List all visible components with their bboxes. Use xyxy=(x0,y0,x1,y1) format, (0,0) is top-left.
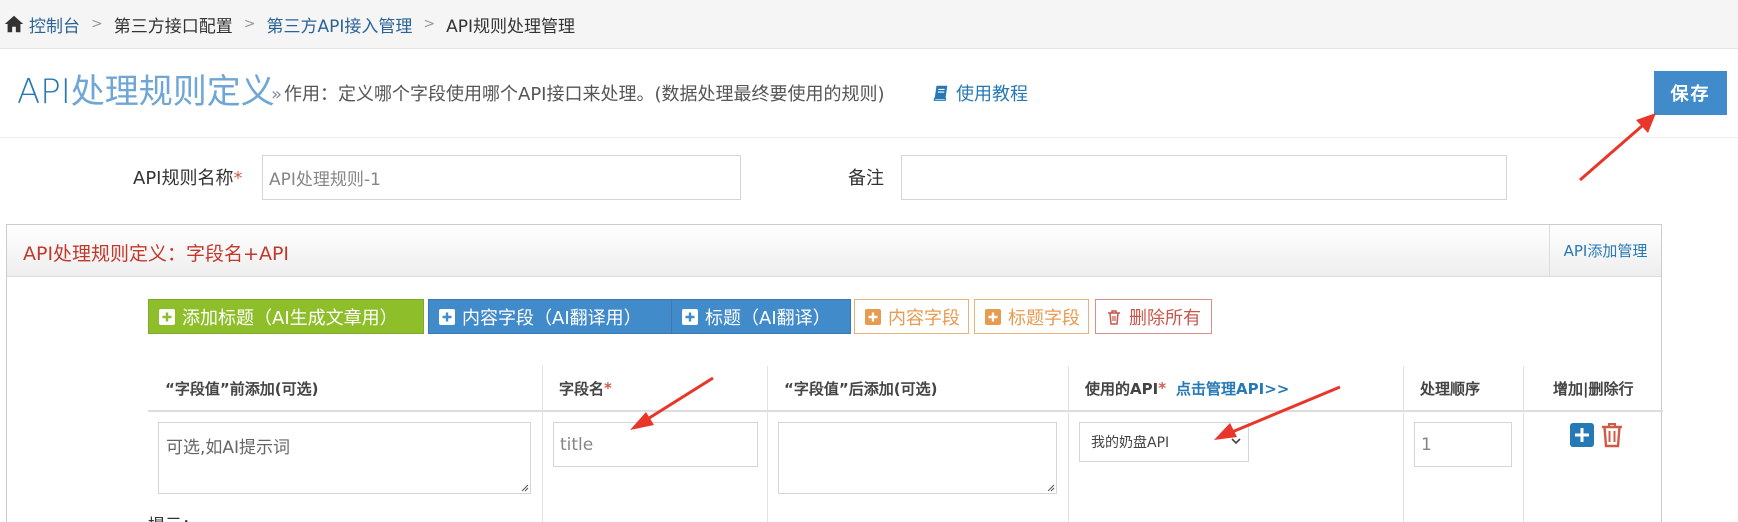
rule-name-label: API规则名称* xyxy=(133,164,242,190)
plus-square-icon xyxy=(985,308,1001,325)
page-title: API处理规则定义 xyxy=(17,64,275,113)
suffix-textarea[interactable] xyxy=(778,422,1057,494)
page-header: API处理规则定义 » 作用：定义哪个字段使用哪个API接口来处理。(数据处理最终… xyxy=(0,50,1738,138)
trash-icon xyxy=(1108,309,1120,325)
page-description: » 作用：定义哪个字段使用哪个API接口来处理。(数据处理最终要使用的规则) xyxy=(271,80,885,106)
plus-square-icon xyxy=(682,308,698,325)
breadcrumb-link-api-access[interactable]: 第三方API接入管理 xyxy=(266,12,412,37)
plus-square-icon xyxy=(865,308,881,325)
trash-icon[interactable] xyxy=(1600,422,1624,448)
header-add-delete: 增加|删除行 xyxy=(1553,379,1634,398)
remark-label: 备注 xyxy=(848,168,884,189)
header-order: 处理顺序 xyxy=(1420,379,1481,398)
breadcrumb-item-third-party-config: 第三方接口配置 xyxy=(113,16,233,37)
header-field-name: 字段名 * xyxy=(542,366,767,410)
header-field-name-text: 字段名 xyxy=(559,379,605,398)
content-field-ai-label: 内容字段（AI翻译用） xyxy=(462,307,642,329)
rule-name-value: API处理规则-1 xyxy=(269,170,381,190)
description-text: 作用：定义哪个字段使用哪个API接口来处理。(数据处理最终要使用的规则) xyxy=(284,84,885,105)
prefix-textarea[interactable]: 可选,如AI提示词 xyxy=(158,422,531,494)
api-select-value: 我的奶盘API xyxy=(1091,435,1170,451)
breadcrumb-separator: > xyxy=(243,16,256,32)
breadcrumb: 控制台 > 第三方接口配置 > 第三方API接入管理 > API规则处理管理 xyxy=(0,0,1738,49)
field-name-input[interactable]: title xyxy=(553,422,758,467)
plus-square-icon xyxy=(439,308,455,325)
panel-title: API处理规则定义：字段名+API xyxy=(23,243,290,265)
header-suffix: “字段值”后添加(可选) xyxy=(784,379,938,398)
resize-grip-icon[interactable] xyxy=(1045,482,1055,492)
breadcrumb-item-current: API规则处理管理 xyxy=(446,16,576,37)
rules-table: “字段值”前添加(可选) 字段名 * “字段值”后添加(可选) 使用的API * 点… xyxy=(148,366,1663,522)
description-prefix: » xyxy=(271,84,283,105)
required-mark: * xyxy=(233,168,243,189)
header-divider xyxy=(148,410,1663,412)
api-select[interactable]: 我的奶盘API xyxy=(1079,422,1249,462)
column-divider xyxy=(542,366,543,522)
remark-input[interactable] xyxy=(901,155,1507,200)
home-icon[interactable] xyxy=(3,13,25,35)
title-ai-button[interactable]: 标题（AI翻译） xyxy=(671,299,851,334)
header-prefix: “字段值”前添加(可选) xyxy=(165,379,319,398)
tutorial-link[interactable]: 使用教程 xyxy=(932,80,1028,106)
title-field-button[interactable]: 标题字段 xyxy=(974,299,1089,334)
rule-definition-panel: API处理规则定义：字段名+API API添加管理 添加标题（AI生成文章用） … xyxy=(6,224,1663,522)
book-icon xyxy=(933,85,948,101)
order-placeholder: 1 xyxy=(1421,434,1432,455)
content-field-label: 内容字段 xyxy=(888,307,960,329)
content-field-button[interactable]: 内容字段 xyxy=(854,299,969,334)
title-ai-label: 标题（AI翻译） xyxy=(705,307,831,329)
tutorial-label: 使用教程 xyxy=(956,84,1028,105)
chevron-down-icon xyxy=(1231,438,1241,445)
column-divider xyxy=(1403,366,1404,522)
panel-header: API处理规则定义：字段名+API API添加管理 xyxy=(7,225,1661,277)
rule-name-input[interactable]: API处理规则-1 xyxy=(262,155,741,200)
plus-square-icon xyxy=(159,308,175,325)
add-title-button[interactable]: 添加标题（AI生成文章用） xyxy=(148,299,424,334)
header-api-text: 使用的API xyxy=(1085,379,1159,398)
delete-all-label: 删除所有 xyxy=(1129,307,1201,329)
add-title-label: 添加标题（AI生成文章用） xyxy=(182,307,398,329)
api-add-manage-link[interactable]: API添加管理 xyxy=(1549,225,1661,276)
delete-all-button[interactable]: 删除所有 xyxy=(1095,299,1212,334)
content-field-ai-button[interactable]: 内容字段（AI翻译用） xyxy=(428,299,673,334)
resize-grip-icon[interactable] xyxy=(519,482,529,492)
required-mark: * xyxy=(1158,379,1167,397)
field-name-placeholder: title xyxy=(560,434,594,455)
column-divider xyxy=(1523,366,1524,522)
column-divider xyxy=(1068,366,1069,522)
order-input[interactable]: 1 xyxy=(1414,422,1512,467)
prefix-placeholder: 可选,如AI提示词 xyxy=(166,438,291,458)
add-row-icon[interactable] xyxy=(1570,423,1594,447)
hint-label: 提示： xyxy=(148,511,199,522)
breadcrumb-separator: > xyxy=(91,16,103,32)
breadcrumb-link-dashboard[interactable]: 控制台 xyxy=(29,12,80,37)
page-title-main: API xyxy=(17,72,71,112)
header-api: 使用的API * 点击管理API>> xyxy=(1068,366,1403,410)
breadcrumb-separator: > xyxy=(423,16,436,32)
save-button[interactable]: 保存 xyxy=(1654,71,1727,115)
rule-name-label-text: API规则名称 xyxy=(133,168,234,189)
api-manage-link[interactable]: 点击管理API>> xyxy=(1176,378,1289,399)
title-field-label: 标题字段 xyxy=(1008,307,1080,329)
page-title-rest: 处理规则定义 xyxy=(70,72,275,112)
required-mark: * xyxy=(604,379,612,397)
column-divider xyxy=(767,366,768,522)
